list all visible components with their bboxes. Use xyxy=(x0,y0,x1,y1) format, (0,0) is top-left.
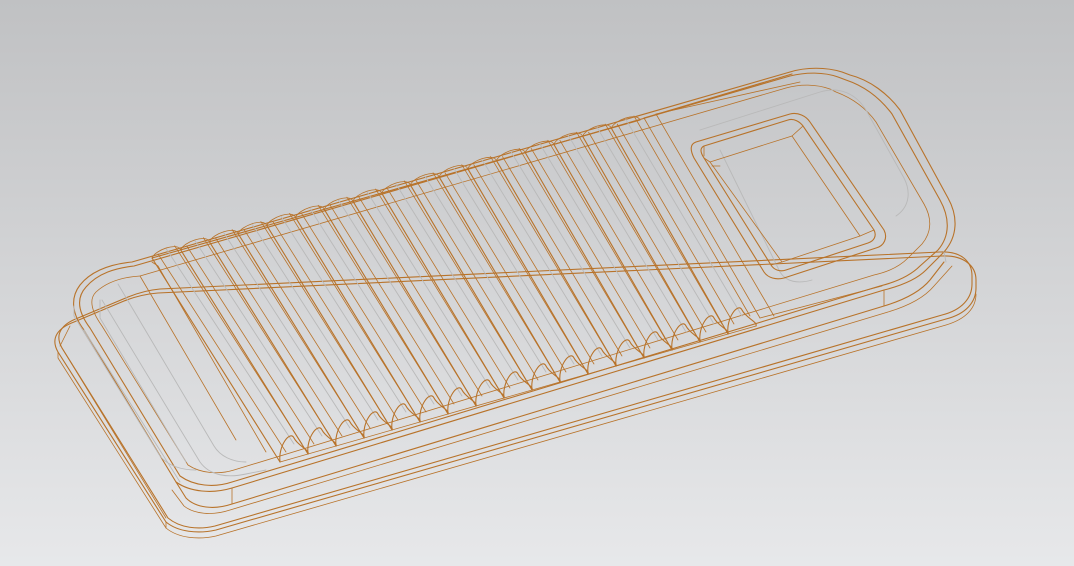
tray-wireframe-model[interactable] xyxy=(0,0,1074,566)
cad-viewport[interactable] xyxy=(0,0,1074,566)
viewport-background xyxy=(0,0,1074,566)
